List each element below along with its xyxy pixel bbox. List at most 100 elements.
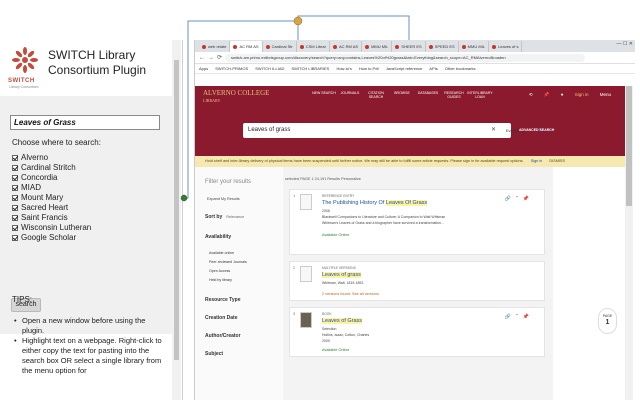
nav-link[interactable]: BROWSE [389,91,415,99]
checkbox[interactable] [12,235,18,241]
account-icon[interactable]: ● [561,92,564,97]
browser-tab[interactable]: MMU MIL [362,41,393,52]
result-line: 2006 [322,209,330,213]
expand-results-toggle[interactable]: Expand My Results [207,197,240,201]
choose-label: Choose where to search: [12,138,101,147]
checkbox[interactable] [12,195,18,201]
clear-icon[interactable]: ✕ [491,123,496,138]
scrollbar-thumb[interactable] [626,86,632,206]
library-option[interactable]: MIAD [12,183,91,193]
bookmark[interactable]: SWITCH ILLIAD [255,66,284,71]
url-field[interactable]: switch-am.primo.exlibrisgroup.com/discov… [225,54,585,62]
checkbox[interactable] [12,215,18,221]
library-label: Alverno [21,153,49,162]
checkbox[interactable] [12,155,18,161]
nav-link[interactable]: CITATION SEARCH [363,91,389,99]
nav-link[interactable]: INTERLIBRARY LOAN [467,91,493,99]
pin-icon[interactable]: 📌 [544,92,550,97]
browser-tab[interactable]: Cardinal Str [263,41,297,52]
facet-resource-type[interactable]: Resource Type [205,297,240,303]
history-icon[interactable]: ⟲ [529,92,533,97]
nav-link[interactable]: RESEARCH GUIDES [441,91,467,99]
facet-item[interactable]: Open Access [209,267,247,276]
checkbox[interactable] [12,185,18,191]
address-bar: ←→⟳ switch-am.primo.exlibrisgroup.com/di… [195,52,635,64]
facet-availability[interactable]: Availability [205,234,231,240]
checkbox[interactable] [12,175,18,181]
library-option[interactable]: Saint Francis [12,213,91,223]
notice-dismiss[interactable]: DISMISS [549,159,565,163]
availability-status[interactable]: Available Online [322,233,349,237]
library-option[interactable]: Wisconsin Lutheran [12,223,91,233]
bookmark[interactable]: SWITCH LIBRARIES [292,66,330,71]
result-title[interactable]: The Publishing History Of Leaves Of Gras… [322,200,428,206]
extension-scrollbar[interactable] [172,40,181,400]
bookmark[interactable]: How-to's [336,66,351,71]
result-title[interactable]: Leaves of Grass [322,318,363,324]
browser-tab[interactable]: web relate [199,41,231,52]
result-type: MULTIPLE VERSIONS [322,266,356,270]
result-card[interactable]: 3 BOOK Leaves of Grass Selection Hollins… [289,307,545,357]
browser-tab[interactable]: CSM Librar [297,41,330,52]
result-card[interactable]: 2 MULTIPLE VERSIONS Leaves of grass Whit… [289,261,545,301]
bookmark[interactable]: Apps [199,66,208,71]
advanced-search-link[interactable]: ADVANCED SEARCH [519,128,554,132]
notice-banner: Hold shelf and inter-library delivery of… [195,156,625,167]
nav-link[interactable]: DATABASES [415,91,441,99]
browser-tab[interactable]: AC RM AS [330,41,363,52]
tip-item: Highlight text on a webpage. Right-click… [14,336,164,376]
nav-link[interactable]: JOURNALS [337,91,363,99]
checkbox[interactable] [12,165,18,171]
signin-link[interactable]: Sign in [575,92,589,97]
facet-item[interactable]: Peer-reviewed Journals [209,258,247,267]
result-number: 1 [293,193,296,198]
result-title[interactable]: Leaves of grass [322,272,361,278]
checkbox[interactable] [12,205,18,211]
facet-author[interactable]: Author/Creator [205,333,241,339]
facet-subject[interactable]: Subject [205,351,223,357]
primo-search-input[interactable]: Leaves of grass ✕ Everything ● ⌕ [243,123,552,138]
menu-button[interactable]: Menu [600,92,611,97]
library-option[interactable]: Cardinal Stritch [12,163,91,173]
bookmark[interactable]: SWITCH-PRIMOS [215,66,248,71]
notice-signin[interactable]: Sign in [531,159,543,163]
browser-tab[interactable]: SPEED ES [426,41,459,52]
result-type: BOOK [322,312,332,316]
result-card[interactable]: 1 REFERENCE ENTRY The Publishing History… [289,189,545,255]
result-actions[interactable]: 🔗"📌 [505,196,534,202]
bookmark[interactable]: JavaScript reference [386,66,423,71]
nav-right: ⟲ 📌 ● Sign in Menu [519,92,611,98]
nav-buttons[interactable]: ←→⟳ [199,54,225,61]
result-actions[interactable]: 🔗"📌 [505,314,534,320]
library-option[interactable]: Concordia [12,173,91,183]
versions-link[interactable]: 2 versions found. See all versions [322,292,379,296]
favicon-icon [233,44,238,49]
window-controls[interactable]: — ☐ ✕ [617,41,633,47]
facet-item[interactable]: Held by library [209,276,247,285]
browser-scrollbar[interactable] [625,86,633,400]
bookmark[interactable]: How to Pdf [359,66,379,71]
browser-tab[interactable]: SHEER ES [392,41,426,52]
browser-tab[interactable]: Leaves of s [489,41,523,52]
library-option[interactable]: Google Scholar [12,233,91,243]
browser-tab[interactable]: MMU MIL [459,41,490,52]
nav-link[interactable]: NEW SEARCH [311,91,337,99]
library-option[interactable]: Alverno [12,153,91,163]
library-option[interactable]: Sacred Heart [12,203,91,213]
checkbox[interactable] [12,225,18,231]
favicon-icon [492,44,497,49]
search-input[interactable]: Leaves of Grass [10,115,160,130]
page-indicator[interactable]: PAGE 1 [598,308,617,334]
bookmark[interactable]: Other bookmarks [445,66,476,71]
browser-tab[interactable]: AC RM AS [230,41,263,52]
sort-by[interactable]: Sort by Relevance [205,214,244,220]
scrollbar-thumb[interactable] [174,60,179,360]
alverno-logo[interactable]: ALVERNO COLLEGE LIBRARY [203,90,269,104]
facet-item[interactable]: Available online [209,249,247,258]
bookmark[interactable]: APIs [429,66,437,71]
facet-creation-date[interactable]: Creation Date [205,315,238,321]
availability-status[interactable]: Available Online [322,348,349,352]
library-option[interactable]: Mount Mary [12,193,91,203]
result-line: Hollins, Isaac; Cotton, Charles [322,333,370,337]
filter-title: Filter your results [205,179,252,185]
